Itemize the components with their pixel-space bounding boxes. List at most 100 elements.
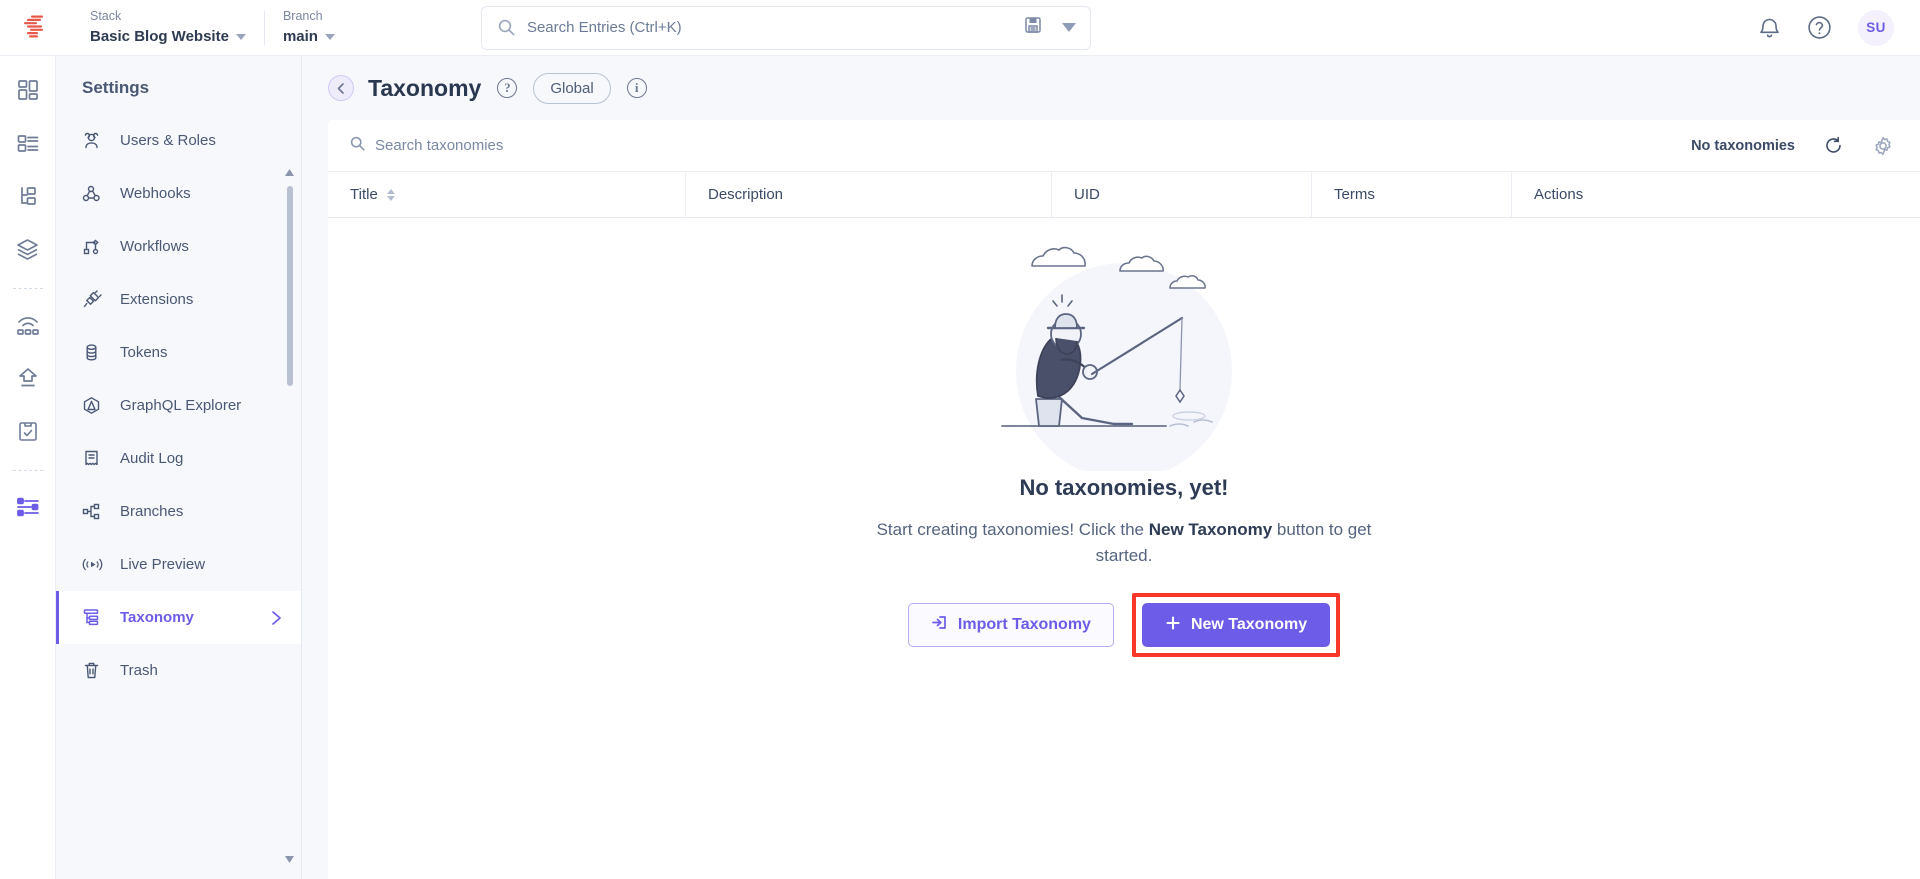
- sidebar-scrollbar[interactable]: [284, 114, 297, 879]
- stack-label: Stack: [90, 9, 122, 23]
- stack-switcher[interactable]: Stack Basic Blog Website: [72, 9, 264, 46]
- column-header-description[interactable]: Description: [686, 172, 1052, 217]
- search-taxonomies-input[interactable]: [375, 137, 715, 154]
- toolbar-actions: No taxonomies: [1691, 135, 1894, 157]
- dashboard-icon[interactable]: [8, 70, 48, 110]
- branches-icon: [81, 501, 111, 522]
- desc-part-1: Start creating taxonomies! Click the: [876, 520, 1149, 539]
- sort-arrows-icon[interactable]: [386, 188, 395, 201]
- column-header-actions[interactable]: Actions: [1512, 172, 1920, 217]
- new-taxonomy-button[interactable]: New Taxonomy: [1141, 603, 1331, 647]
- question-circle-icon[interactable]: ?: [497, 78, 518, 98]
- sidebar-item-graphql-explorer[interactable]: GraphQL Explorer: [56, 379, 301, 432]
- column-label: UID: [1074, 186, 1100, 203]
- live-preview-signal-icon: [81, 554, 111, 575]
- branch-name: main: [282, 28, 318, 45]
- scroll-down-arrow-icon[interactable]: [283, 853, 295, 865]
- column-header-title[interactable]: Title: [328, 172, 686, 217]
- import-taxonomy-button[interactable]: Import Taxonomy: [907, 603, 1114, 647]
- sidebar-item-label: Live Preview: [120, 556, 206, 573]
- sidebar-item-branches[interactable]: Branches: [56, 485, 301, 538]
- taxonomy-table-card: No taxonomies: [328, 120, 1920, 879]
- scrollbar-thumb[interactable]: [287, 186, 293, 386]
- releases-upload-icon[interactable]: [8, 358, 48, 398]
- bell-icon[interactable]: [1758, 16, 1781, 40]
- tasks-clipboard-icon[interactable]: [8, 411, 48, 451]
- column-label: Terms: [1334, 186, 1375, 203]
- sidebar-item-label: Trash: [120, 662, 158, 679]
- chevron-down-icon: [324, 33, 335, 40]
- sidebar-item-trash[interactable]: Trash: [56, 644, 301, 697]
- brand-logo[interactable]: [0, 15, 72, 41]
- scroll-up-arrow-icon[interactable]: [283, 166, 295, 178]
- stack-name: Basic Blog Website: [90, 28, 229, 45]
- stack-value[interactable]: Basic Blog Website: [90, 27, 246, 46]
- sidebar-title: Settings: [82, 78, 150, 97]
- top-bar-actions: SU: [1758, 9, 1920, 46]
- page-title: Taxonomy: [368, 74, 482, 101]
- info-circle-icon[interactable]: i: [626, 78, 647, 98]
- contentstack-logo-icon: [24, 15, 43, 37]
- hierarchy-icon[interactable]: [8, 176, 48, 216]
- sidebar-item-workflows[interactable]: Workflows: [56, 220, 301, 273]
- rail-divider: [12, 288, 43, 289]
- desc-bold: New Taxonomy: [1148, 520, 1273, 539]
- refresh-icon[interactable]: [1823, 135, 1844, 156]
- empty-state: No taxonomies, yet! Start creating taxon…: [328, 218, 1920, 879]
- settings-sidebar: Settings Users & Roles Webhooks Workflow…: [56, 56, 302, 879]
- stacks-layers-icon[interactable]: [8, 229, 48, 269]
- sidebar-item-label: Webhooks: [120, 185, 191, 202]
- extensions-plug-icon: [81, 289, 111, 310]
- audit-log-icon: [81, 448, 111, 469]
- column-label: Title: [350, 186, 378, 203]
- sidebar-item-users-roles[interactable]: Users & Roles: [56, 114, 301, 167]
- main-content: Taxonomy ? Global i No taxonomies: [302, 56, 1920, 879]
- chevron-down-icon: [235, 33, 246, 40]
- empty-state-title: No taxonomies, yet!: [1019, 475, 1229, 500]
- settings-sliders-icon[interactable]: [8, 487, 48, 527]
- context-switchers: Stack Basic Blog Website Branch main: [72, 9, 353, 46]
- taxonomy-count: No taxonomies: [1691, 137, 1795, 154]
- sidebar-item-label: Users & Roles: [120, 132, 216, 149]
- back-button[interactable]: [328, 75, 354, 101]
- caret-down-icon[interactable]: [1061, 19, 1076, 37]
- search-icon: [350, 136, 365, 156]
- graphql-icon: [81, 395, 111, 416]
- taxonomy-search[interactable]: [350, 136, 1691, 156]
- search-icon: [498, 19, 515, 36]
- scope-badge[interactable]: Global: [533, 72, 611, 104]
- users-icon: [81, 130, 111, 151]
- workflows-icon: [81, 236, 111, 257]
- sidebar-item-label: Taxonomy: [120, 609, 194, 626]
- question-circle-icon[interactable]: [1807, 15, 1832, 40]
- table-header-row: Title Description UID Terms Actions: [328, 172, 1920, 218]
- sidebar-item-label: Audit Log: [120, 450, 184, 467]
- search-box[interactable]: [480, 5, 1091, 50]
- sidebar-item-tokens[interactable]: Tokens: [56, 326, 301, 379]
- sidebar-item-extensions[interactable]: Extensions: [56, 273, 301, 326]
- sidebar-item-label: Branches: [120, 503, 184, 520]
- gear-icon[interactable]: [1872, 135, 1894, 157]
- search-actions: [1024, 16, 1076, 39]
- column-header-uid[interactable]: UID: [1052, 172, 1312, 217]
- avatar[interactable]: SU: [1858, 9, 1894, 46]
- app-body: Settings Users & Roles Webhooks Workflow…: [0, 56, 1920, 879]
- branch-switcher[interactable]: Branch main: [265, 9, 353, 46]
- sidebar-item-label: Workflows: [120, 238, 189, 255]
- sidebar-item-webhooks[interactable]: Webhooks: [56, 167, 301, 220]
- column-header-terms[interactable]: Terms: [1312, 172, 1512, 217]
- sidebar-item-audit-log[interactable]: Audit Log: [56, 432, 301, 485]
- branch-value[interactable]: main: [283, 27, 335, 46]
- branch-label: Branch: [282, 9, 323, 23]
- webhooks-icon: [81, 183, 111, 204]
- search-input[interactable]: [526, 19, 1024, 36]
- table-toolbar: No taxonomies: [328, 120, 1920, 172]
- floppy-disk-icon[interactable]: [1024, 16, 1042, 39]
- sidebar-item-live-preview[interactable]: Live Preview: [56, 538, 301, 591]
- top-bar: Stack Basic Blog Website Branch main Sea…: [0, 0, 1920, 56]
- content-types-icon[interactable]: [8, 123, 48, 163]
- trash-icon: [81, 660, 111, 681]
- sidebar-item-taxonomy[interactable]: Taxonomy: [56, 591, 301, 644]
- live-preview-icon[interactable]: [8, 305, 48, 345]
- rail-divider: [12, 470, 43, 471]
